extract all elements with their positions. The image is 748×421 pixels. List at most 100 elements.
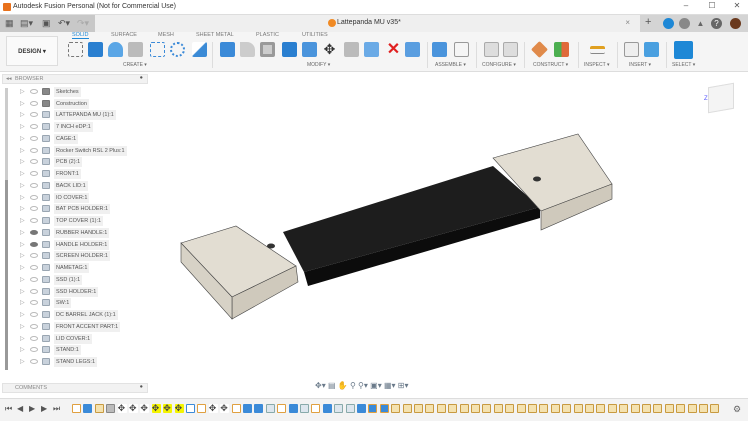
tab-solid[interactable]: SOLID — [72, 32, 89, 39]
timeline-feature[interactable] — [277, 404, 287, 413]
visibility-eye-icon[interactable] — [30, 312, 38, 318]
select-icon[interactable] — [674, 41, 693, 59]
document-tab[interactable]: Lattepanda MU v35* × — [95, 15, 640, 32]
select-menu[interactable]: SELECT ▾ — [672, 62, 695, 68]
expand-arrow-icon[interactable]: ▷ — [20, 217, 25, 224]
expand-arrow-icon[interactable]: ▷ — [20, 299, 25, 306]
timeline-feature[interactable] — [516, 404, 526, 413]
visibility-eye-icon[interactable] — [30, 265, 38, 271]
inspect-menu[interactable]: INSPECT ▾ — [584, 62, 609, 68]
browser-item[interactable]: ▷ NAMETAG:1 — [0, 263, 150, 274]
timeline-feature[interactable] — [653, 404, 663, 413]
timeline-feature[interactable] — [642, 404, 651, 413]
expand-arrow-icon[interactable]: ▷ — [20, 335, 25, 342]
expand-arrow-icon[interactable]: ▷ — [20, 100, 25, 107]
combine-icon[interactable] — [282, 42, 297, 57]
tab-sheet-metal[interactable]: SHEET METAL — [196, 32, 234, 38]
browser-item[interactable]: ▷ DC BARREL JACK (1):1 — [0, 310, 150, 321]
expand-arrow-icon[interactable]: ▷ — [20, 135, 25, 142]
timeline-feature[interactable] — [402, 404, 412, 413]
visibility-eye-icon[interactable] — [30, 323, 38, 329]
browser-item[interactable]: ▷ PCB (2):1 — [0, 157, 150, 168]
viewport-canvas[interactable] — [150, 72, 748, 398]
timeline-settings-icon[interactable]: ⚙ — [733, 404, 741, 415]
timeline-feature[interactable] — [106, 404, 116, 413]
timeline-feature[interactable] — [368, 404, 378, 413]
timeline-feature[interactable] — [550, 404, 560, 413]
tab-surface[interactable]: SURFACE — [111, 32, 137, 38]
visibility-eye-icon[interactable] — [30, 147, 38, 153]
close-tab-button[interactable]: × — [625, 18, 630, 27]
look-at-icon[interactable]: ▤ — [328, 381, 336, 390]
press-pull-icon[interactable] — [220, 42, 235, 57]
browser-item[interactable]: ▷ FRONT:1 — [0, 169, 150, 180]
browser-panel-header[interactable]: ◂◂ BROWSER ● — [2, 74, 148, 84]
timeline-feature[interactable] — [300, 404, 309, 413]
visibility-eye-icon[interactable] — [30, 124, 38, 130]
browser-item[interactable]: ▷ SCREEN HOLDER:1 — [0, 251, 150, 262]
expand-arrow-icon[interactable]: ▷ — [20, 229, 25, 236]
timeline-feature[interactable]: ✥ — [208, 404, 218, 413]
timeline-feature[interactable] — [197, 404, 207, 413]
timeline-feature[interactable] — [459, 404, 469, 413]
midplane-icon[interactable] — [554, 42, 569, 57]
pan-icon[interactable]: ✋ — [338, 381, 348, 390]
history-icon[interactable] — [679, 18, 690, 29]
hole-icon[interactable] — [128, 42, 143, 57]
timeline-feature[interactable] — [345, 404, 355, 413]
timeline-feature[interactable] — [699, 404, 708, 413]
timeline-feature[interactable] — [585, 404, 594, 413]
grid-icon[interactable]: ▦▾ — [384, 381, 396, 390]
delete-icon[interactable]: ✕ — [386, 42, 401, 58]
configuration-table-icon[interactable] — [503, 42, 518, 57]
chamfer-icon[interactable] — [344, 42, 359, 57]
expand-arrow-icon[interactable]: ▷ — [20, 194, 25, 201]
fit-icon[interactable]: ⚲▾ — [358, 381, 368, 390]
workspace-switcher[interactable]: DESIGN ▾ — [6, 36, 58, 66]
timeline-first-button[interactable]: ⏮ — [5, 404, 12, 414]
visibility-eye-icon[interactable] — [30, 253, 38, 259]
timeline-feature[interactable]: ✥ — [117, 404, 127, 413]
timeline-feature[interactable] — [687, 404, 697, 413]
joint-icon[interactable] — [454, 42, 469, 57]
pin-icon[interactable]: ● — [140, 75, 143, 81]
timeline-feature[interactable] — [94, 404, 104, 413]
visibility-eye-icon[interactable] — [30, 171, 38, 177]
expand-arrow-icon[interactable]: ▷ — [20, 123, 25, 130]
new-component-icon[interactable] — [432, 42, 447, 57]
visibility-eye-icon[interactable] — [30, 159, 38, 165]
timeline-feature[interactable] — [254, 404, 264, 413]
browser-item[interactable]: ▷ BACK LID:1 — [0, 180, 150, 192]
browser-item[interactable]: ▷ HANDLE HOLDER:1 — [0, 239, 150, 251]
visibility-eye-icon[interactable] — [30, 206, 38, 212]
modify-menu[interactable]: MODIFY ▾ — [307, 62, 330, 68]
minimize-button[interactable]: – — [676, 1, 696, 14]
create-sketch-icon[interactable] — [68, 42, 83, 57]
timeline-feature[interactable] — [231, 404, 241, 413]
visibility-eye-icon[interactable] — [30, 347, 38, 353]
expand-arrow-icon[interactable]: ▷ — [20, 346, 25, 353]
timeline-feature[interactable] — [482, 404, 492, 413]
file-menu-button[interactable]: ▤▾ — [20, 18, 33, 29]
extrude-icon[interactable] — [88, 42, 103, 57]
undo-button[interactable]: ↶▾ — [58, 18, 70, 29]
browser-item[interactable]: ▷ SSD HOLDER:1 — [0, 286, 150, 298]
redo-button[interactable]: ↷▾ — [77, 18, 89, 29]
timeline-prev-button[interactable]: ◀ — [17, 404, 23, 413]
timeline-feature[interactable] — [311, 404, 321, 413]
timeline-feature[interactable] — [630, 404, 640, 413]
expand-arrow-icon[interactable]: ▷ — [20, 252, 25, 259]
appearance-icon[interactable] — [364, 42, 379, 57]
revolve-icon[interactable] — [108, 42, 123, 57]
measure-icon[interactable] — [590, 46, 605, 54]
visibility-eye-icon[interactable] — [30, 300, 38, 306]
zoom-icon[interactable]: ⚲ — [350, 381, 356, 390]
timeline-feature[interactable] — [83, 404, 93, 413]
visibility-eye-icon[interactable] — [30, 218, 38, 224]
help-icon[interactable]: ? — [711, 18, 722, 29]
add-comment-icon[interactable]: ● — [140, 384, 143, 390]
timeline-next-button[interactable]: ▶ — [41, 404, 47, 413]
timeline-feature[interactable] — [607, 404, 617, 413]
timeline-feature[interactable] — [436, 404, 446, 413]
timeline-feature[interactable] — [664, 404, 674, 413]
